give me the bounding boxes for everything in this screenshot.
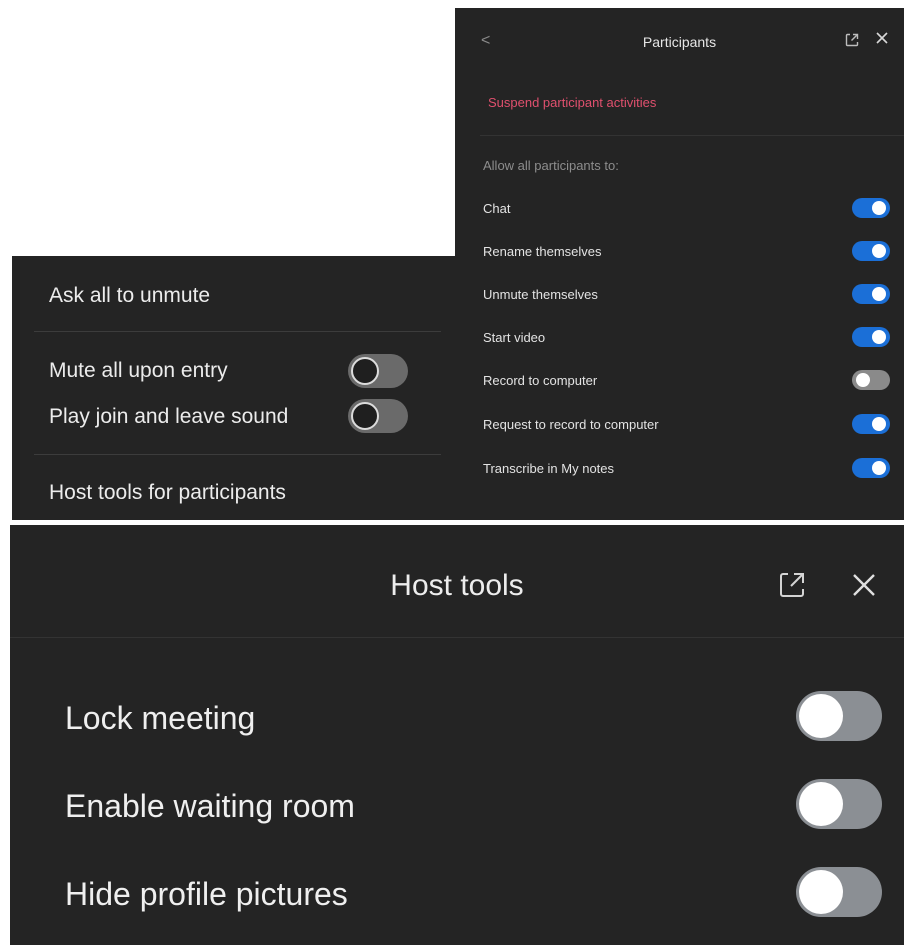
toggle-knob (872, 330, 886, 344)
toggle-label: Chat (483, 201, 511, 216)
toggle-row-request-record: Request to record to computer (483, 414, 890, 436)
rename-toggle[interactable] (852, 241, 890, 261)
toggle-label: Start video (483, 330, 546, 345)
waiting-room-toggle[interactable] (796, 779, 882, 829)
unmute-toggle[interactable] (852, 284, 890, 304)
host-menu-panel: Ask all to unmute Mute all upon entry Pl… (12, 256, 455, 520)
suspend-activities-button[interactable]: Suspend participant activities (488, 95, 656, 110)
toggle-label: Hide profile pictures (65, 876, 348, 912)
divider (34, 331, 441, 332)
toggle-row-chat: Chat (483, 198, 890, 220)
toggle-knob (351, 357, 379, 385)
toggle-knob (872, 461, 886, 475)
toggle-knob (799, 870, 843, 914)
record-toggle[interactable] (852, 370, 890, 390)
toggle-knob (872, 287, 886, 301)
toggle-label: Unmute themselves (483, 287, 598, 302)
close-icon[interactable] (848, 569, 880, 601)
toggle-label: Lock meeting (65, 700, 256, 736)
host-tools-title: Host tools (390, 569, 524, 602)
toggle-knob (872, 244, 886, 258)
transcribe-toggle[interactable] (852, 458, 890, 478)
request-record-toggle[interactable] (852, 414, 890, 434)
toggle-label: Rename themselves (483, 244, 602, 259)
toggle-knob (872, 201, 886, 215)
toggle-knob (872, 417, 886, 431)
allow-heading: Allow all participants to: (483, 158, 619, 173)
screenshot-stage: < Participants Suspend participant activ… (0, 0, 914, 945)
hide-pictures-toggle[interactable] (796, 867, 882, 917)
toggle-knob (799, 782, 843, 826)
toggle-knob (351, 402, 379, 430)
toggle-row-waiting-room: Enable waiting room (65, 779, 882, 831)
toggle-row-record: Record to computer (483, 370, 890, 392)
divider (10, 637, 904, 638)
toggle-label: Request to record to computer (483, 417, 659, 432)
popout-icon[interactable] (776, 569, 808, 601)
popout-icon[interactable] (844, 32, 860, 48)
toggle-label: Enable waiting room (65, 788, 355, 824)
play-sound-toggle[interactable] (348, 399, 408, 433)
participants-title: Participants (642, 34, 717, 50)
mute-upon-entry-toggle[interactable] (348, 354, 408, 388)
ask-all-unmute-item[interactable]: Ask all to unmute (49, 284, 210, 308)
play-sound-label: Play join and leave sound (49, 405, 289, 428)
toggle-row-start-video: Start video (483, 327, 890, 349)
toggle-row-unmute: Unmute themselves (483, 284, 890, 306)
chat-toggle[interactable] (852, 198, 890, 218)
toggle-row-hide-pictures: Hide profile pictures (65, 867, 882, 919)
toggle-knob (856, 373, 870, 387)
participants-header: < Participants (455, 8, 904, 78)
close-icon[interactable] (874, 30, 890, 46)
divider (480, 135, 904, 136)
divider (34, 454, 441, 455)
toggle-row-lock-meeting: Lock meeting (65, 691, 882, 743)
start-video-toggle[interactable] (852, 327, 890, 347)
toggle-row-transcribe: Transcribe in My notes (483, 458, 890, 480)
mute-upon-entry-label: Mute all upon entry (49, 359, 228, 382)
host-tools-panel: Host tools Lock meeting Enable waiting r… (10, 525, 904, 945)
lock-meeting-toggle[interactable] (796, 691, 882, 741)
toggle-label: Record to computer (483, 373, 598, 388)
host-tools-participants-item[interactable]: Host tools for participants (49, 481, 286, 505)
participants-panel: < Participants Suspend participant activ… (455, 8, 904, 520)
toggle-knob (799, 694, 843, 738)
toggle-row-rename: Rename themselves (483, 241, 890, 263)
toggle-label: Transcribe in My notes (483, 461, 615, 476)
